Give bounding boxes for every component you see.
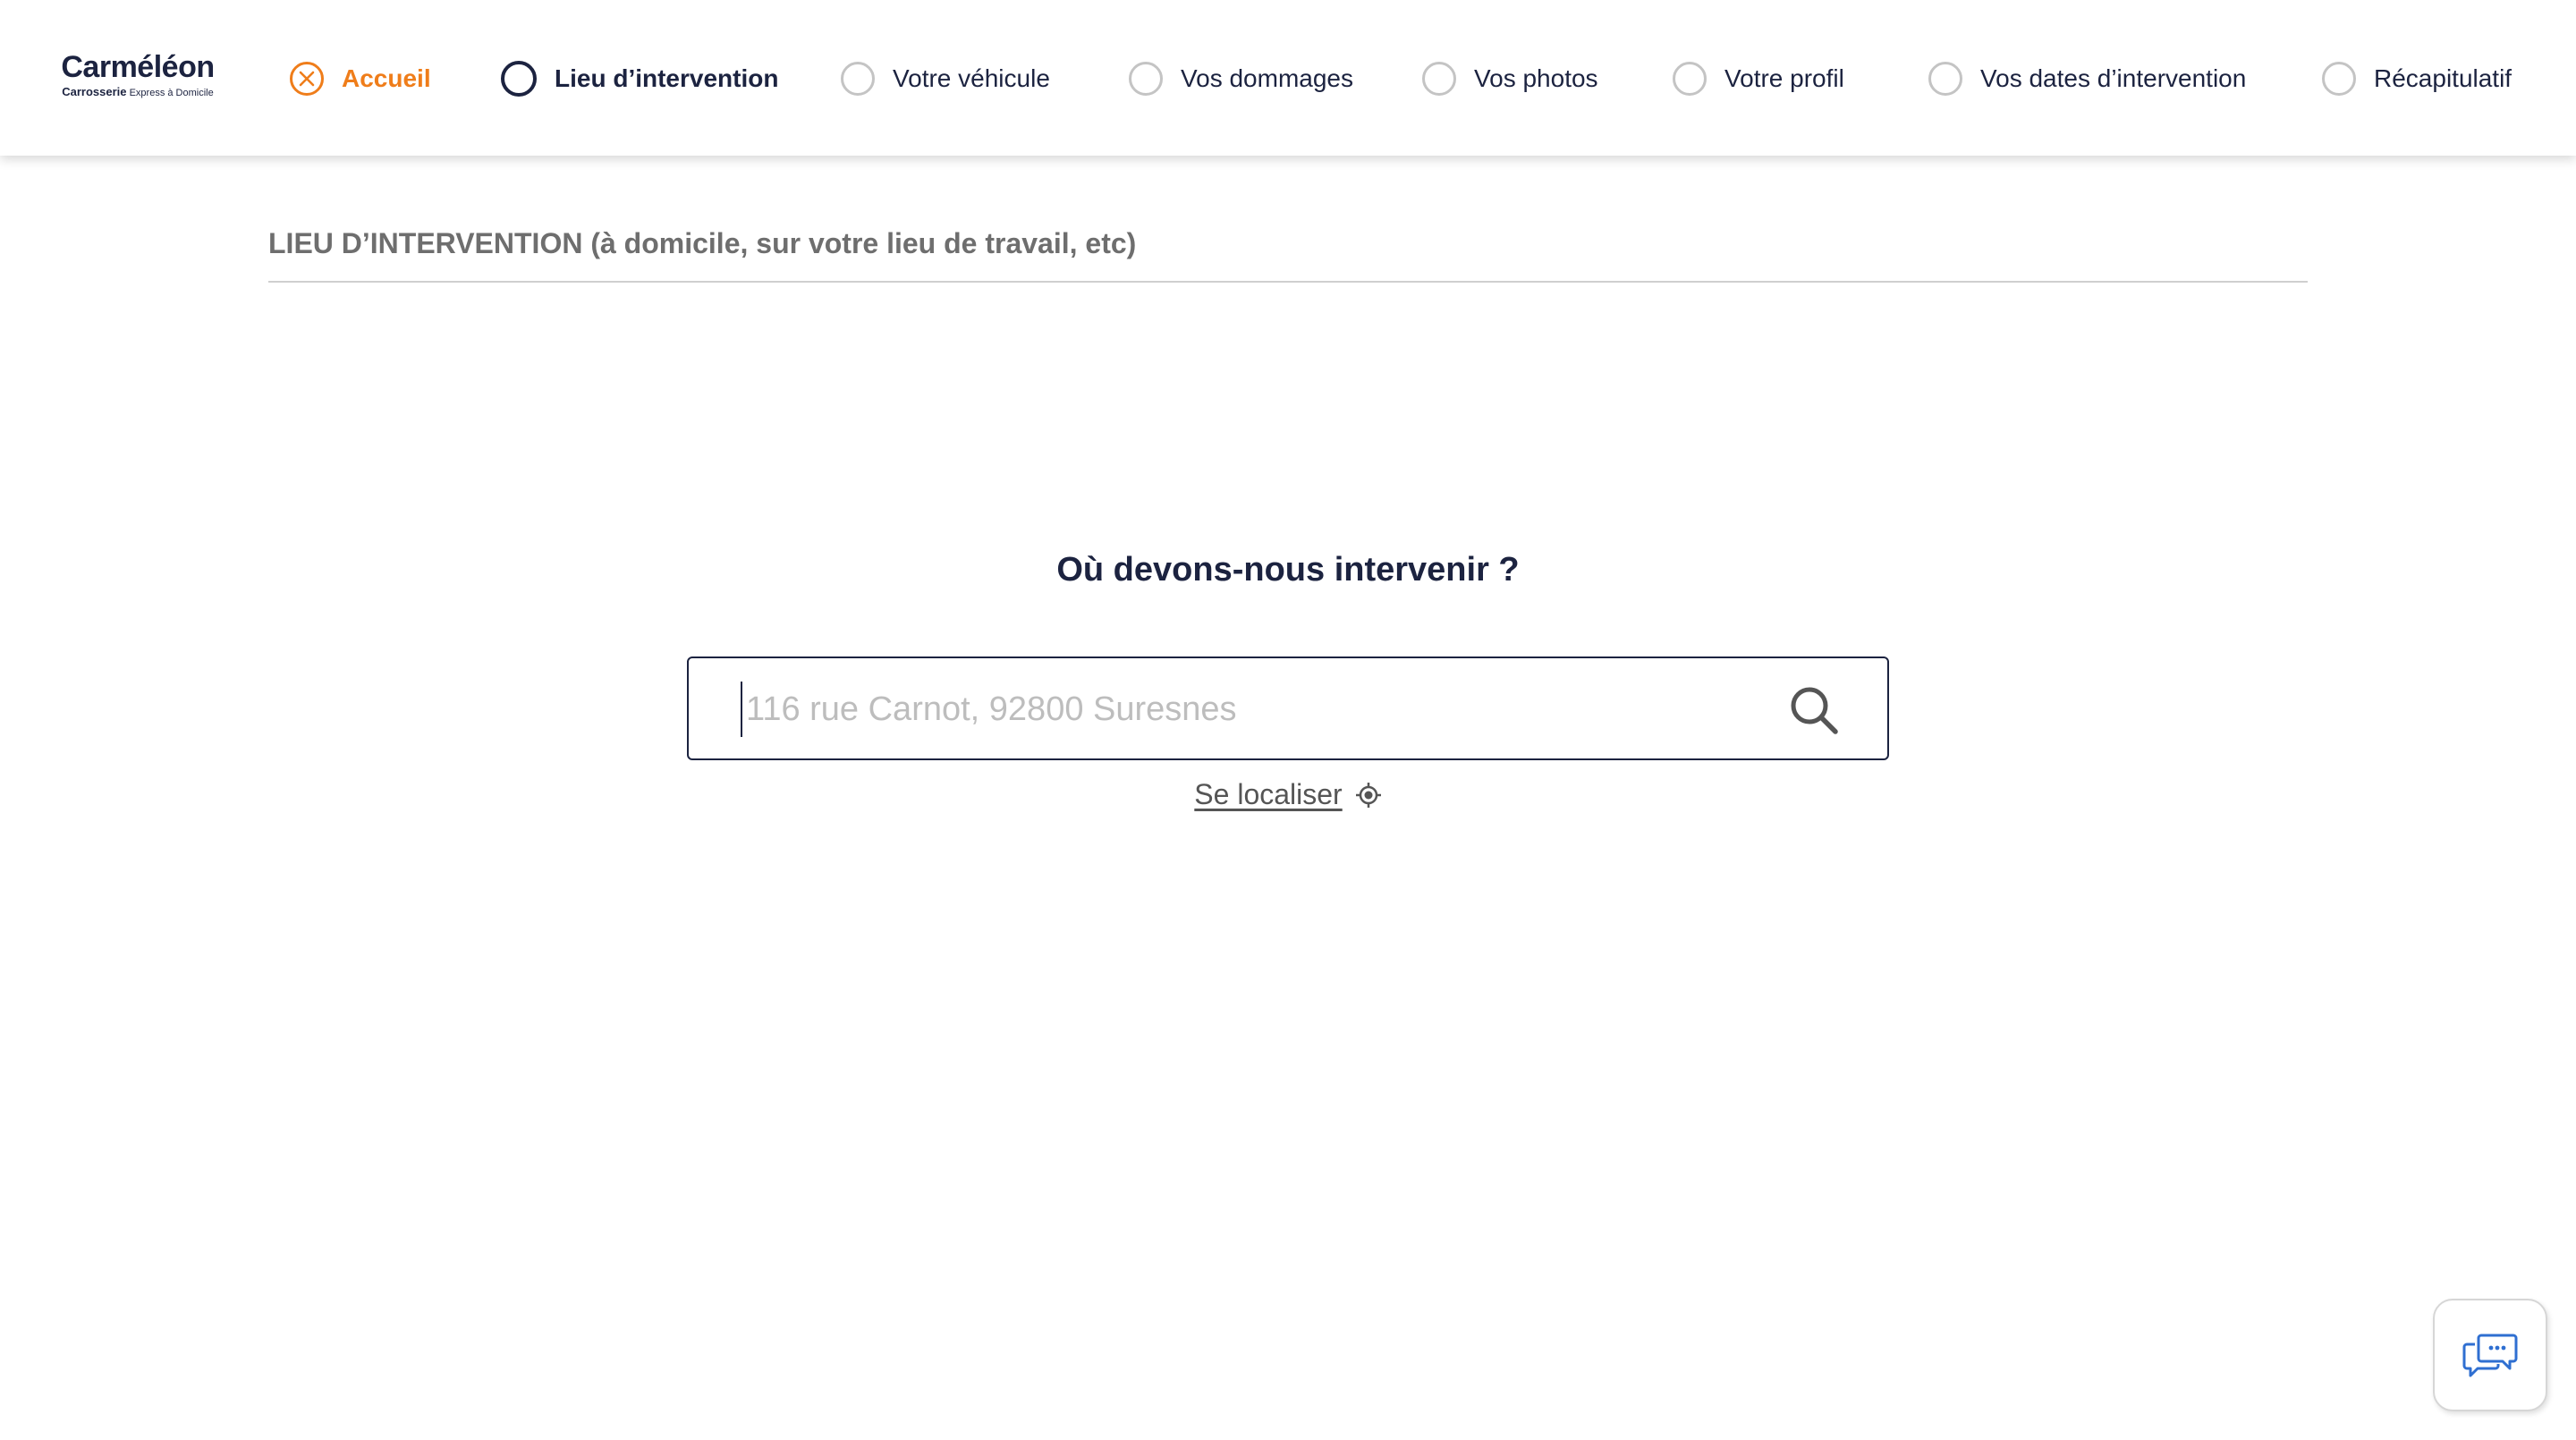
brand-logo-name: Carméléon [61, 50, 215, 84]
step-lieu-intervention[interactable]: Lieu d’intervention [501, 59, 778, 98]
step-label: Votre véhicule [893, 64, 1050, 92]
brand-logo-tagline: Carrosserie Express à Domicile [59, 86, 216, 99]
chat-button[interactable] [2433, 1299, 2547, 1411]
step-pending-indicator-icon [1129, 62, 1163, 96]
step-label: Votre profil [1724, 64, 1844, 92]
step-pending-indicator-icon [1928, 62, 1962, 96]
step-label: Vos dates d’intervention [1980, 64, 2247, 92]
step-label: Vos photos [1474, 64, 1598, 92]
brand-logo-tagline-rest: Express à Domicile [129, 88, 214, 98]
locate-me-link[interactable]: Se localiser [1194, 778, 1342, 811]
step-vos-photos[interactable]: Vos photos [1422, 59, 1598, 98]
locate-row: Se localiser [0, 778, 2576, 811]
step-pending-indicator-icon [2322, 62, 2356, 96]
step-label: Récapitulatif [2374, 64, 2512, 92]
step-votre-vehicule[interactable]: Votre véhicule [841, 59, 1050, 98]
step-label: Accueil [342, 64, 431, 92]
top-navigation-bar: Carméléon Carrosserie Express à Domicile… [0, 0, 2576, 156]
close-circle-icon [290, 62, 324, 96]
brand-logo[interactable]: Carméléon Carrosserie Express à Domicile [59, 50, 216, 99]
search-icon[interactable] [1787, 683, 1841, 737]
step-label: Vos dommages [1181, 64, 1353, 92]
step-pending-indicator-icon [841, 62, 875, 96]
step-vos-dommages[interactable]: Vos dommages [1129, 59, 1353, 98]
address-search-box [687, 656, 1889, 760]
step-votre-profil[interactable]: Votre profil [1673, 59, 1844, 98]
step-vos-dates-intervention[interactable]: Vos dates d’intervention [1928, 59, 2246, 98]
step-label: Lieu d’intervention [555, 64, 779, 92]
step-accueil[interactable]: Accueil [290, 59, 431, 98]
page-question: Où devons-nous intervenir ? [1056, 551, 1520, 589]
step-pending-indicator-icon [1422, 62, 1456, 96]
step-pending-indicator-icon [1673, 62, 1707, 96]
brand-logo-tagline-bold: Carrosserie [62, 85, 127, 98]
address-search-input[interactable] [741, 682, 1724, 737]
crosshair-icon[interactable] [1355, 782, 1382, 809]
chat-bubbles-icon [2462, 1334, 2518, 1377]
step-recapitulatif[interactable]: Récapitulatif [2322, 59, 2512, 98]
step-current-indicator-icon [501, 61, 537, 97]
section-title: LIEU D’INTERVENTION (à domicile, sur vot… [268, 227, 1137, 259]
section-divider [268, 281, 2308, 283]
